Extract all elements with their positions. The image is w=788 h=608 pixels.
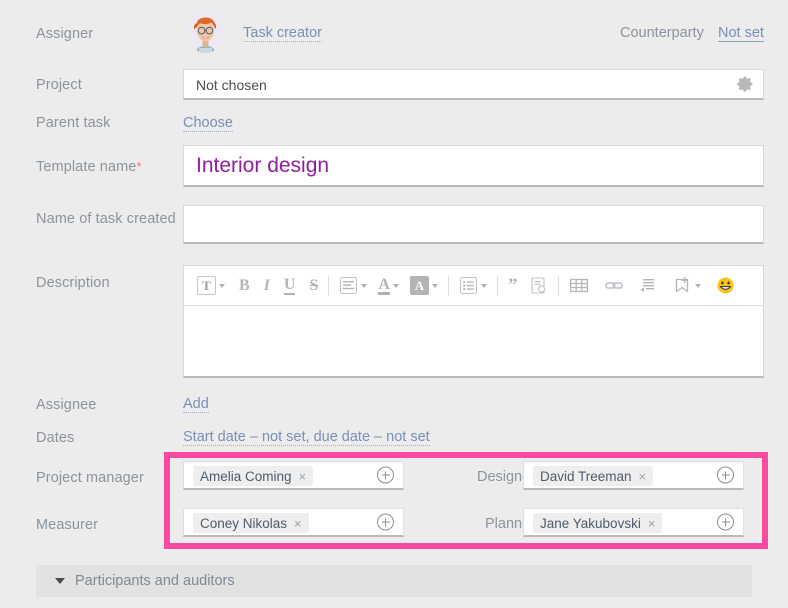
align-icon[interactable] (336, 272, 370, 300)
description-value (184, 306, 763, 322)
add-measurer-button[interactable] (377, 513, 394, 531)
italic-icon[interactable]: I (261, 272, 273, 300)
font-color-icon[interactable]: A (375, 272, 402, 300)
remove-participant-icon[interactable]: × (294, 517, 302, 530)
highlight-color-icon[interactable]: A (407, 272, 441, 300)
toolbar-separator (496, 275, 498, 296)
dates-value-wrap: Start date – not set, due date – not set (183, 428, 430, 446)
remove-participant-icon[interactable]: × (299, 470, 307, 483)
project-manager-field[interactable]: Amelia Coming × (183, 461, 404, 490)
toolbar-separator (558, 275, 560, 296)
template-name-label: Template name* (36, 158, 181, 176)
dates-label: Dates (36, 430, 75, 446)
assignee-add-link[interactable]: Add (183, 396, 209, 413)
task-created-name-label: Name of task created (36, 210, 181, 228)
description-label: Description (36, 275, 110, 291)
participant-chip-name: Jane Yakubovski (540, 515, 641, 531)
counterparty-label: Counterparty (620, 25, 704, 41)
designer-label: Designer (476, 469, 535, 485)
project-field[interactable]: Not chosen (183, 69, 764, 100)
chevron-down-icon (219, 283, 225, 288)
dates-range-link[interactable]: Start date – not set, due date – not set (183, 429, 430, 446)
template-name-value: Interior design (196, 154, 330, 177)
task-creator-link-wrap: Task creator (243, 24, 322, 42)
code-icon[interactable] (636, 272, 661, 300)
parent-task-choose-link[interactable]: Choose (183, 115, 233, 132)
add-planner-button[interactable] (717, 513, 734, 531)
strikethrough-icon[interactable]: S (306, 272, 321, 300)
participant-chip: David Treeman × (533, 466, 654, 486)
remove-participant-icon[interactable]: × (639, 470, 647, 483)
add-project-manager-button[interactable] (377, 466, 394, 484)
bullet-list-icon[interactable] (456, 272, 490, 300)
underline-icon[interactable]: U (281, 272, 299, 300)
bookmark-add-icon[interactable] (670, 272, 704, 300)
description-editor-body[interactable] (183, 306, 764, 378)
link-icon[interactable] (601, 272, 627, 300)
triangle-down-icon (55, 578, 65, 584)
parent-task-action-wrap: Choose (183, 114, 233, 132)
description-editor-toolbar: T B I U S A A ” (183, 265, 764, 306)
required-marker: * (136, 159, 142, 174)
chevron-down-icon (480, 283, 487, 288)
remove-participant-icon[interactable]: × (648, 517, 656, 530)
counterparty-not-set-link[interactable]: Not set (718, 25, 764, 42)
task-created-name-label-text: Name of task created (36, 211, 176, 227)
text-style-glyph: T (197, 276, 216, 295)
bold-icon[interactable]: B (236, 272, 253, 300)
participant-chip-name: David Treeman (540, 468, 632, 484)
insert-file-icon[interactable] (526, 272, 551, 300)
template-name-label-text: Template name (36, 159, 137, 175)
planner-label: Planner (485, 516, 535, 532)
participants-and-auditors-accordion[interactable]: Participants and auditors (36, 565, 752, 597)
table-icon[interactable] (566, 272, 592, 300)
emoji-icon[interactable] (713, 272, 738, 300)
measurer-field[interactable]: Coney Nikolas × (183, 508, 404, 537)
task-creator-link[interactable]: Task creator (243, 25, 322, 42)
add-designer-button[interactable] (717, 466, 734, 484)
parent-task-label: Parent task (36, 115, 111, 131)
project-value: Not chosen (196, 77, 267, 93)
assignee-label: Assignee (36, 397, 97, 413)
chevron-down-icon (392, 283, 399, 288)
designer-field[interactable]: David Treeman × (523, 461, 744, 490)
assignee-action-wrap: Add (183, 395, 209, 413)
participant-chip: Amelia Coming × (193, 466, 314, 486)
chevron-down-icon (361, 283, 368, 288)
task-template-form: Assigner Task creator Counterparty Not s… (0, 0, 788, 608)
planner-field[interactable]: Jane Yakubovski × (523, 508, 744, 537)
quote-icon[interactable]: ” (505, 272, 521, 300)
project-manager-label: Project manager (36, 470, 144, 486)
participant-chip: Jane Yakubovski × (533, 513, 663, 533)
project-label: Project (36, 77, 82, 93)
gear-icon (737, 76, 753, 92)
accordion-label: Participants and auditors (75, 573, 235, 589)
participant-chip: Coney Nikolas × (193, 513, 309, 533)
project-settings-button[interactable] (737, 75, 755, 93)
toolbar-separator (447, 275, 449, 296)
user-avatar-illustration (186, 9, 225, 53)
toolbar-separator (328, 275, 330, 296)
template-name-field[interactable]: Interior design (183, 145, 764, 187)
participant-chip-name: Coney Nikolas (200, 515, 288, 531)
chevron-down-icon (695, 283, 702, 288)
counterparty-value-wrap: Not set (718, 24, 764, 42)
assigner-avatar[interactable] (186, 9, 225, 53)
chevron-down-icon (431, 283, 438, 288)
measurer-label: Measurer (36, 517, 99, 533)
task-created-name-field[interactable] (183, 205, 764, 244)
participant-chip-name: Amelia Coming (200, 468, 292, 484)
text-style-icon[interactable]: T (194, 272, 228, 300)
assigner-label: Assigner (36, 26, 94, 42)
